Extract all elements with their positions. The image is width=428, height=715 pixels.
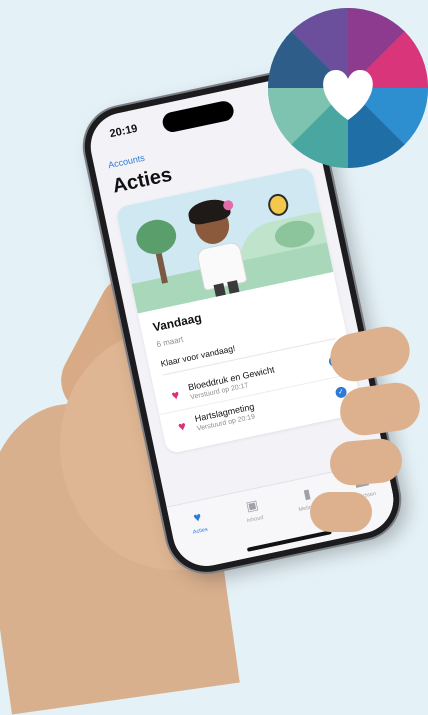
bee-icon — [266, 192, 291, 218]
app-logo — [268, 8, 428, 168]
tab-acties[interactable]: ♥ Acties — [174, 505, 229, 571]
back-link[interactable]: Accounts — [107, 153, 145, 170]
app-logo-icon — [268, 8, 428, 168]
today-card: Vandaag 6 maart Klaar voor vandaag! ♥ Bl… — [115, 166, 364, 455]
page-title: Acties — [110, 163, 174, 198]
heart-pulse-icon: ♥ — [176, 417, 188, 434]
status-time: 20:19 — [108, 122, 139, 141]
finger — [310, 492, 372, 532]
heart-scale-icon: ♥ — [170, 386, 181, 403]
dynamic-island — [160, 99, 236, 134]
